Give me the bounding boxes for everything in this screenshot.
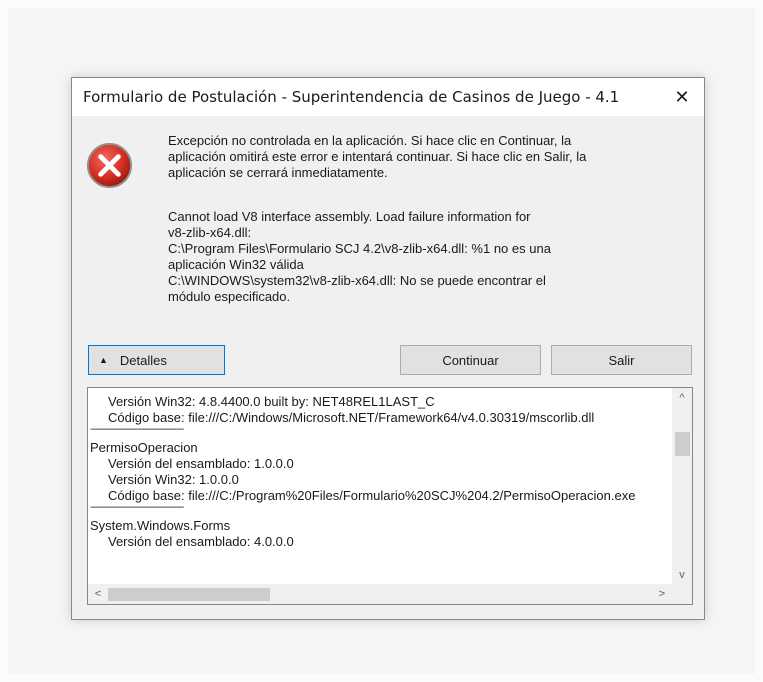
details-line: PermisoOperacion bbox=[90, 440, 198, 455]
exit-button[interactable]: Salir bbox=[551, 345, 692, 375]
details-content: Versión Win32: 4.8.4400.0 built by: NET4… bbox=[88, 388, 672, 591]
scroll-right-arrow-icon[interactable]: > bbox=[652, 584, 672, 604]
close-button[interactable]: ✕ bbox=[660, 78, 704, 116]
details-separator: ---------------------------------------- bbox=[90, 424, 184, 435]
details-line: Versión Win32: 1.0.0.0 bbox=[108, 472, 239, 487]
details-line: Versión del ensamblado: 1.0.0.0 bbox=[108, 456, 294, 471]
collapse-arrow-icon: ▲ bbox=[99, 355, 108, 365]
message-line: Excepción no controlada en la aplicación… bbox=[168, 133, 572, 148]
error-line: C:\WINDOWS\system32\v8-zlib-x64.dll: No … bbox=[168, 273, 546, 288]
details-line: System.Windows.Forms bbox=[90, 518, 231, 533]
horizontal-scrollbar[interactable]: < > bbox=[88, 584, 692, 604]
details-textbox[interactable]: Versión Win32: 4.8.4400.0 built by: NET4… bbox=[87, 387, 693, 605]
message-line: aplicación omitirá este error e intentar… bbox=[168, 149, 587, 164]
details-line: Versión Win32: 4.8.4400.0 built by: NET4… bbox=[108, 394, 435, 409]
details-button-label: Detalles bbox=[119, 352, 167, 368]
error-line: C:\Program Files\Formulario SCJ 4.2\v8-z… bbox=[168, 241, 551, 256]
error-detail-message: Cannot load V8 interface assembly. Load … bbox=[168, 209, 648, 305]
error-line: v8-zlib-x64.dll: bbox=[168, 225, 252, 240]
exception-message: Excepción no controlada en la aplicación… bbox=[168, 133, 680, 181]
error-line: Cannot load V8 interface assembly. Load … bbox=[168, 209, 531, 224]
vertical-scroll-thumb[interactable] bbox=[675, 432, 690, 456]
details-button[interactable]: ▲ Detalles bbox=[88, 345, 225, 375]
scroll-up-arrow-icon[interactable]: ^ bbox=[672, 388, 692, 408]
title-bar: Formulario de Postulación - Superintende… bbox=[72, 78, 704, 116]
scroll-down-arrow-icon[interactable]: v bbox=[672, 565, 692, 585]
details-separator: ---------------------------------------- bbox=[90, 502, 184, 513]
error-line: aplicación Win32 válida bbox=[168, 257, 304, 272]
desktop-background: Formulario de Postulación - Superintende… bbox=[8, 8, 755, 674]
close-icon: ✕ bbox=[674, 86, 690, 107]
horizontal-scroll-thumb[interactable] bbox=[108, 588, 270, 601]
error-line: módulo especificado. bbox=[168, 289, 291, 304]
dialog-title: Formulario de Postulación - Superintende… bbox=[83, 88, 620, 106]
message-line: aplicación se cerrará inmediatamente. bbox=[168, 165, 388, 180]
scroll-left-arrow-icon[interactable]: < bbox=[88, 584, 108, 604]
exit-button-label: Salir bbox=[608, 352, 635, 368]
error-icon bbox=[86, 142, 133, 189]
error-dialog: Formulario de Postulación - Superintende… bbox=[71, 77, 705, 620]
continue-button[interactable]: Continuar bbox=[400, 345, 541, 375]
vertical-scrollbar[interactable]: ^ v bbox=[672, 388, 692, 585]
continue-button-label: Continuar bbox=[442, 352, 499, 368]
details-line: Versión del ensamblado: 4.0.0.0 bbox=[108, 534, 294, 549]
